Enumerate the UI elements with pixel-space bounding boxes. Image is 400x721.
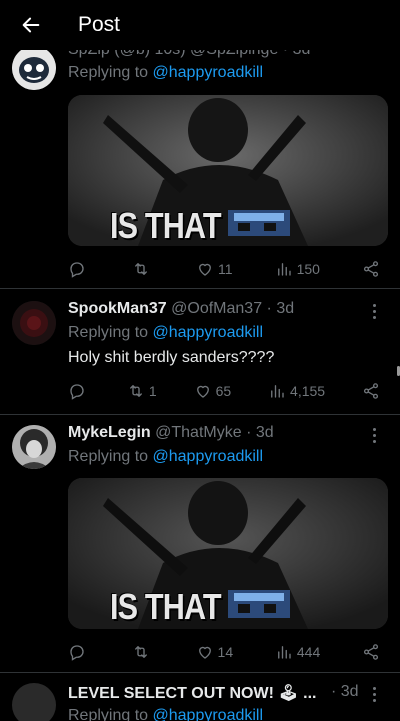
top-bar: Post bbox=[0, 0, 400, 50]
author-handle[interactable]: @ThatMyke · 3d bbox=[155, 424, 274, 441]
tweet-media[interactable]: IS THAT bbox=[68, 478, 388, 629]
reply-tweet[interactable]: MykeLegin @ThatMyke · 3d Replying to @ha… bbox=[0, 415, 400, 673]
bar-chart-icon bbox=[277, 646, 291, 659]
author-name[interactable]: LEVEL SELECT OUT NOW! 🕹 ... bbox=[68, 685, 316, 702]
page-title: Post bbox=[78, 13, 121, 36]
back-button[interactable] bbox=[20, 14, 42, 36]
repost-button[interactable]: 1 bbox=[127, 382, 157, 400]
reply-tweet[interactable]: SpookMan37 @OofMan37 · 3d Replying to @h… bbox=[0, 289, 400, 414]
meme-caption: IS THAT bbox=[110, 205, 222, 246]
action-bar: 11 150 bbox=[68, 257, 380, 281]
author-line: SpookMan37 @OofMan37 · 3d bbox=[68, 300, 294, 318]
author-name[interactable]: SpookMan37 bbox=[68, 300, 167, 317]
replying-to: Replying to @happyroadkill bbox=[68, 448, 264, 465]
action-bar: 1 65 4,155 bbox=[68, 379, 380, 403]
more-button[interactable] bbox=[364, 301, 384, 321]
more-button[interactable] bbox=[364, 425, 384, 445]
views-button[interactable]: 150 bbox=[275, 260, 320, 278]
view-count: 444 bbox=[296, 644, 321, 660]
replying-to: Replying to @happyroadkill bbox=[68, 64, 264, 81]
share-icon bbox=[363, 383, 379, 399]
author-line: LEVEL SELECT OUT NOW! 🕹 ... bbox=[68, 683, 316, 703]
heart-icon bbox=[199, 263, 211, 276]
author-line: MykeLegin @ThatMyke · 3d bbox=[68, 424, 274, 442]
speech-bubble-icon bbox=[70, 645, 84, 661]
mention-link[interactable]: @happyroadkill bbox=[153, 707, 264, 721]
tweet-media[interactable]: IS THAT bbox=[68, 95, 388, 246]
avatar[interactable] bbox=[12, 425, 56, 469]
like-count: 65 bbox=[215, 383, 232, 399]
mention-link[interactable]: @happyroadkill bbox=[153, 64, 264, 81]
speech-bubble-icon bbox=[70, 384, 84, 400]
repost-arrows-icon bbox=[129, 385, 142, 397]
speech-bubble-icon bbox=[70, 262, 84, 278]
arrow-left-icon bbox=[22, 17, 40, 33]
more-vertical-icon bbox=[372, 303, 376, 307]
views-button[interactable]: 444 bbox=[275, 643, 320, 661]
views-button[interactable]: 4,155 bbox=[268, 382, 325, 400]
bar-chart-icon bbox=[277, 263, 291, 276]
avatar[interactable] bbox=[12, 46, 56, 90]
share-button[interactable] bbox=[362, 382, 380, 400]
heart-icon bbox=[196, 385, 209, 398]
author-name[interactable]: MykeLegin bbox=[68, 424, 151, 441]
like-button[interactable]: 14 bbox=[196, 643, 234, 661]
reply-button[interactable] bbox=[68, 382, 90, 400]
like-button[interactable]: 11 bbox=[196, 260, 233, 278]
repost-arrows-icon bbox=[134, 646, 147, 658]
avatar[interactable] bbox=[12, 683, 56, 721]
heart-icon bbox=[198, 646, 211, 659]
more-vertical-icon bbox=[372, 427, 376, 431]
share-button[interactable] bbox=[362, 643, 380, 661]
replying-to: Replying to @happyroadkill bbox=[68, 707, 263, 721]
avatar[interactable] bbox=[12, 301, 56, 345]
like-button[interactable]: 65 bbox=[194, 382, 232, 400]
repost-arrows-icon bbox=[135, 263, 147, 275]
more-button[interactable] bbox=[364, 684, 384, 704]
replying-to: Replying to @happyroadkill bbox=[68, 324, 264, 341]
bar-chart-icon bbox=[271, 385, 284, 398]
meme-caption: IS THAT bbox=[110, 586, 222, 627]
repost-button[interactable] bbox=[132, 260, 154, 278]
author-handle[interactable]: · 3d bbox=[331, 683, 359, 700]
mention-link[interactable]: @happyroadkill bbox=[153, 448, 264, 465]
share-icon bbox=[363, 644, 379, 660]
author-handle-line: · 3d bbox=[331, 683, 359, 701]
like-count: 14 bbox=[217, 644, 234, 660]
more-vertical-icon bbox=[372, 686, 376, 690]
repost-button[interactable] bbox=[132, 643, 154, 661]
view-count: 4,155 bbox=[290, 383, 326, 399]
view-count: 150 bbox=[296, 261, 320, 277]
action-bar: 14 444 bbox=[68, 640, 380, 664]
reply-tweet[interactable]: LEVEL SELECT OUT NOW! 🕹 ... · 3d Replyin… bbox=[0, 673, 400, 721]
like-count: 11 bbox=[218, 261, 233, 277]
reply-button[interactable] bbox=[68, 643, 90, 661]
share-icon bbox=[363, 261, 379, 277]
author-handle[interactable]: @OofMan37 · 3d bbox=[171, 300, 294, 317]
repost-count: 1 bbox=[148, 383, 157, 399]
reply-button[interactable] bbox=[68, 260, 90, 278]
share-button[interactable] bbox=[362, 260, 380, 278]
tweet-text: Holy shit berdly sanders???? bbox=[68, 349, 275, 366]
mention-link[interactable]: @happyroadkill bbox=[153, 324, 264, 341]
